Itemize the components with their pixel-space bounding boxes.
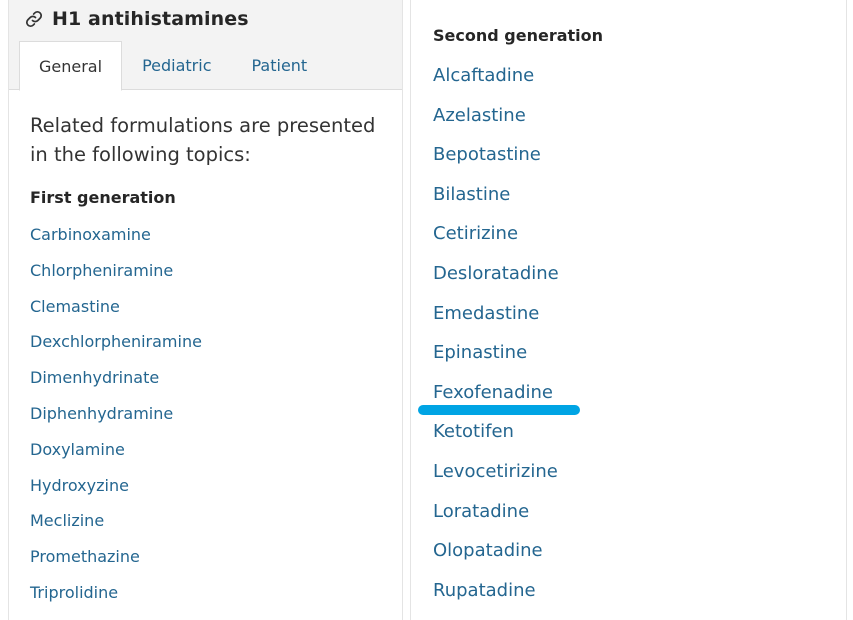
drug-link-ketotifen[interactable]: Ketotifen [433, 419, 559, 459]
drug-link-levocetirizine[interactable]: Levocetirizine [433, 459, 559, 499]
drug-link-rupatadine[interactable]: Rupatadine [433, 578, 559, 618]
second-generation-list: Alcaftadine Azelastine Bepotastine Bilas… [433, 63, 559, 617]
drug-link-doxylamine[interactable]: Doxylamine [30, 438, 202, 474]
first-generation-list: Carbinoxamine Chlorpheniramine Clemastin… [30, 223, 202, 617]
drug-link-loratadine[interactable]: Loratadine [433, 499, 559, 539]
tab-bar: General Pediatric Patient [19, 41, 324, 91]
drug-link-alcaftadine[interactable]: Alcaftadine [433, 63, 559, 103]
section-title: H1 antihistamines [52, 8, 249, 30]
tab-patient[interactable]: Patient [231, 41, 324, 90]
link-icon [25, 10, 43, 28]
drug-link-clemastine[interactable]: Clemastine [30, 295, 202, 331]
drug-link-bilastine[interactable]: Bilastine [433, 182, 559, 222]
panel-header: H1 antihistamines General Pediatric Pati… [9, 0, 402, 91]
drug-link-carbinoxamine[interactable]: Carbinoxamine [30, 223, 202, 259]
drug-link-meclizine[interactable]: Meclizine [30, 509, 202, 545]
page: H1 antihistamines General Pediatric Pati… [0, 0, 853, 620]
tab-pediatric[interactable]: Pediatric [122, 41, 231, 90]
drug-link-chlorpheniramine[interactable]: Chlorpheniramine [30, 259, 202, 295]
first-generation-heading: First generation [30, 188, 176, 207]
drug-link-desloratadine[interactable]: Desloratadine [433, 261, 559, 301]
drug-link-bepotastine[interactable]: Bepotastine [433, 142, 559, 182]
intro-text: Related formulations are presented in th… [30, 114, 376, 166]
drug-link-triprolidine[interactable]: Triprolidine [30, 581, 202, 617]
right-panel: Second generation Alcaftadine Azelastine… [410, 0, 847, 620]
drug-link-diphenhydramine[interactable]: Diphenhydramine [30, 402, 202, 438]
drug-link-cetirizine[interactable]: Cetirizine [433, 221, 559, 261]
panel-title: H1 antihistamines [25, 5, 249, 33]
fexofenadine-highlight-mark [418, 405, 580, 415]
drug-link-olopatadine[interactable]: Olopatadine [433, 538, 559, 578]
second-generation-heading: Second generation [433, 26, 604, 45]
drug-link-azelastine[interactable]: Azelastine [433, 103, 559, 143]
drug-link-promethazine[interactable]: Promethazine [30, 545, 202, 581]
drug-link-dexchlorpheniramine[interactable]: Dexchlorpheniramine [30, 330, 202, 366]
left-panel: H1 antihistamines General Pediatric Pati… [8, 0, 403, 620]
tab-general[interactable]: General [19, 41, 123, 91]
drug-link-hydroxyzine[interactable]: Hydroxyzine [30, 474, 202, 510]
drug-link-emedastine[interactable]: Emedastine [433, 301, 559, 341]
drug-link-epinastine[interactable]: Epinastine [433, 340, 559, 380]
drug-link-dimenhydrinate[interactable]: Dimenhydrinate [30, 366, 202, 402]
